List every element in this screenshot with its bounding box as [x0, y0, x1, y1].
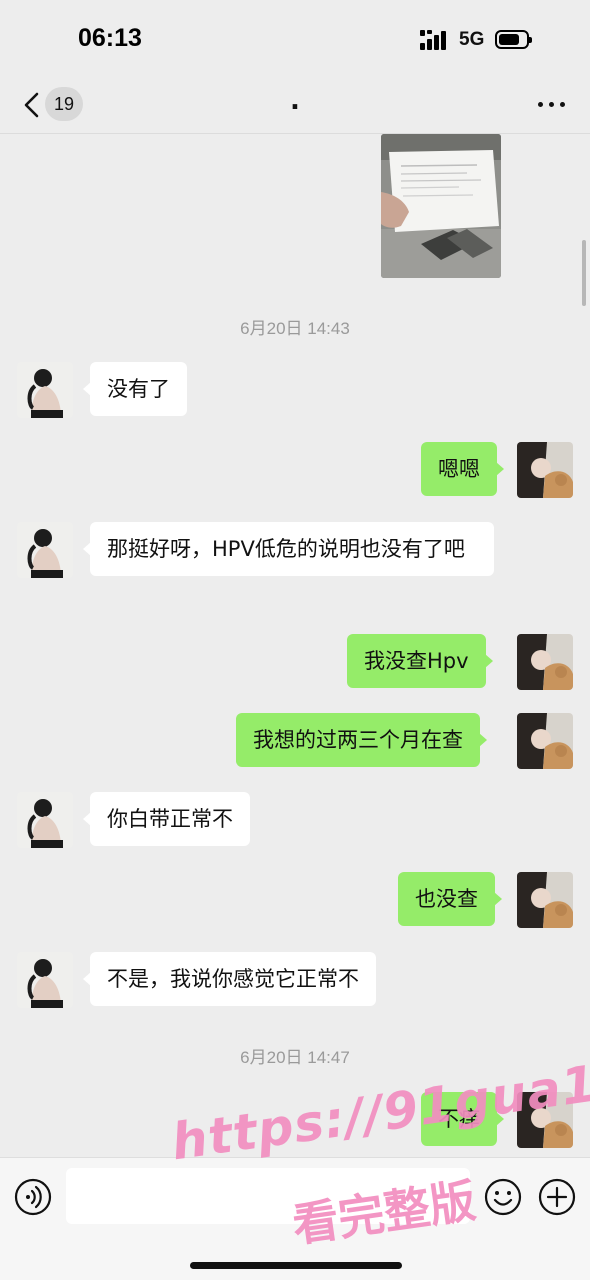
contact-avatar[interactable] [17, 362, 73, 418]
chat-header: 19 . [0, 80, 590, 134]
message-timestamp: 6月20日 14:47 [240, 1048, 350, 1067]
emoji-icon[interactable] [484, 1178, 522, 1216]
my-avatar[interactable] [517, 872, 573, 928]
contact-avatar[interactable] [17, 522, 73, 578]
message-bubble-outgoing[interactable]: 不痒 [421, 1092, 504, 1146]
my-avatar[interactable] [517, 634, 573, 690]
message-bubble-outgoing[interactable]: 我没查Hpv [347, 634, 493, 688]
message-bubble-outgoing[interactable]: 嗯嗯 [421, 442, 504, 496]
receipt-photo [381, 134, 501, 278]
message-bubble-incoming[interactable]: 你白带正常不 [83, 792, 250, 846]
message-bubble-incoming[interactable]: 那挺好呀，HPV低危的说明也没有了吧 [83, 522, 494, 576]
message-input[interactable] [66, 1168, 470, 1224]
my-avatar[interactable] [517, 713, 573, 769]
chat-title: . [290, 86, 300, 116]
message-timestamp: 6月20日 14:43 [240, 319, 350, 338]
message-bubble-outgoing[interactable]: 我想的过两三个月在查 [236, 713, 487, 767]
my-avatar[interactable] [517, 442, 573, 498]
message-bubble-incoming[interactable]: 没有了 [83, 362, 187, 416]
contact-avatar[interactable] [17, 792, 73, 848]
plus-icon[interactable] [538, 1178, 576, 1216]
status-bar: 06:13 5G [0, 0, 590, 80]
message-bubble-outgoing[interactable]: 也没查 [398, 872, 502, 926]
contact-avatar[interactable] [17, 952, 73, 1008]
signal-icon [420, 30, 450, 50]
scrollbar[interactable] [582, 240, 586, 306]
unread-badge[interactable]: 19 [45, 87, 83, 121]
sent-image-message[interactable] [381, 134, 501, 278]
voice-icon[interactable] [14, 1178, 52, 1216]
more-dots-icon[interactable] [538, 94, 566, 114]
status-time: 06:13 [78, 24, 142, 52]
network-label: 5G [459, 29, 485, 50]
back-chevron-icon[interactable] [18, 90, 48, 120]
message-bubble-incoming[interactable]: 不是，我说你感觉它正常不 [83, 952, 376, 1006]
battery-icon [495, 30, 532, 49]
my-avatar[interactable] [517, 1092, 573, 1148]
home-indicator [190, 1262, 402, 1269]
